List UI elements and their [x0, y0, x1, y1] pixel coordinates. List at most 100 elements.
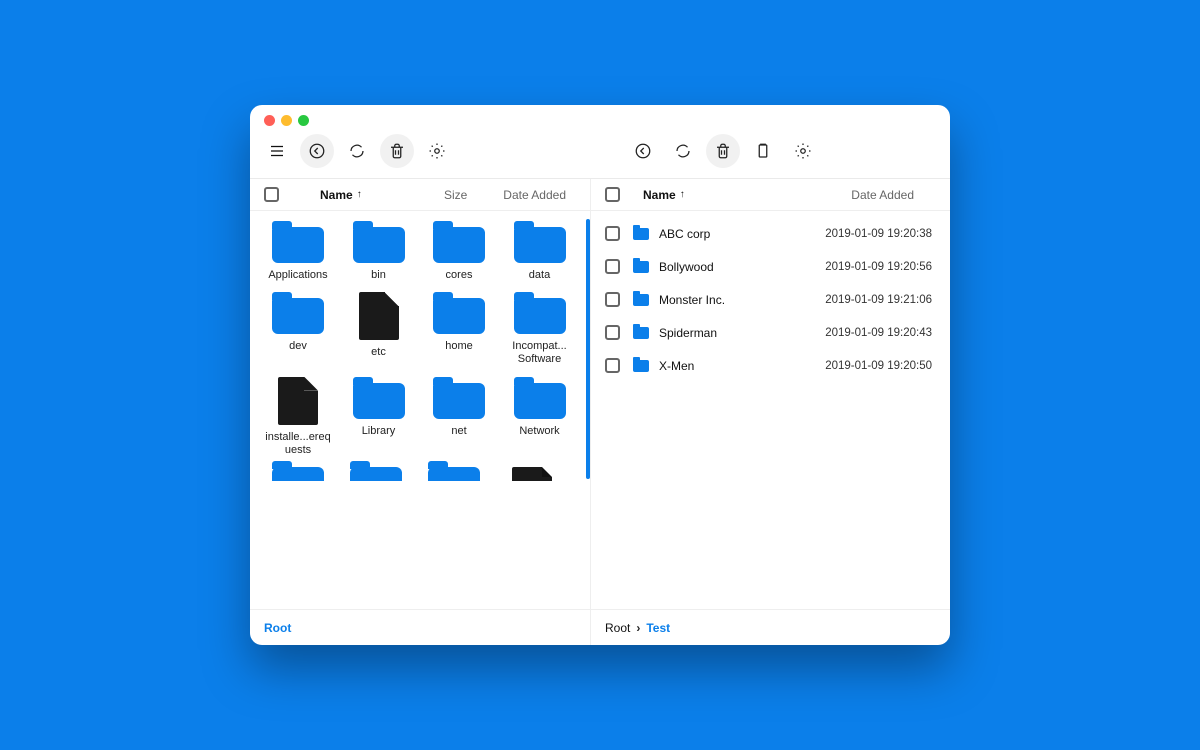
file-manager-window: Name ↑ Size Date Added Applications bin co… [250, 105, 950, 645]
grid-item-label: cores [446, 269, 473, 282]
grid-item[interactable]: dev [262, 292, 334, 366]
select-all-checkbox-right[interactable] [605, 187, 633, 202]
folder-icon [514, 221, 566, 263]
column-size-left[interactable]: Size [444, 188, 467, 202]
grid-item-peek[interactable] [262, 467, 334, 481]
grid-item-peek[interactable] [418, 467, 490, 481]
grid-item[interactable]: Applications [262, 221, 334, 282]
sort-asc-icon: ↑ [680, 189, 685, 200]
grid-item-peek[interactable] [340, 467, 412, 481]
folder-icon [353, 377, 405, 419]
grid-item[interactable]: Library [343, 377, 415, 457]
left-grid: Applications bin cores data dev etc home Incomp… [250, 211, 590, 609]
folder-icon [433, 292, 485, 334]
window-minimize-dot[interactable] [281, 115, 292, 126]
refresh-button-right[interactable] [666, 134, 700, 168]
breadcrumb-right: Root › Test [590, 610, 950, 645]
grid-item-label: data [529, 269, 550, 282]
folder-icon [633, 228, 649, 240]
row-checkbox[interactable] [605, 226, 633, 241]
footer: Root Root › Test [250, 609, 950, 645]
grid-item[interactable]: data [504, 221, 576, 282]
row-checkbox[interactable] [605, 259, 633, 274]
breadcrumb-segment[interactable]: Root [264, 621, 291, 635]
settings-button-left[interactable] [420, 134, 454, 168]
right-list: ABC corp2019-01-09 19:20:38Bollywood2019… [591, 211, 950, 609]
folder-icon [428, 467, 480, 481]
file-icon [512, 467, 552, 481]
list-item-name: Monster Inc. [659, 293, 725, 307]
grid-item-label: Network [519, 425, 559, 438]
folder-icon [633, 261, 649, 273]
chevron-right-icon: › [636, 621, 640, 635]
folder-icon [514, 292, 566, 334]
toolbar-left-pane [260, 134, 600, 168]
sort-asc-icon: ↑ [357, 189, 362, 200]
window-zoom-dot[interactable] [298, 115, 309, 126]
grid-item-label: dev [289, 340, 307, 353]
grid-item[interactable]: cores [423, 221, 495, 282]
grid-item[interactable]: home [423, 292, 495, 366]
column-name-left[interactable]: Name ↑ [320, 188, 362, 202]
list-item-name: ABC corp [659, 227, 710, 241]
toolbar [250, 130, 950, 179]
panes: Name ↑ Size Date Added Applications bin co… [250, 179, 950, 609]
grid-item[interactable]: Incompat... Software [504, 292, 576, 366]
folder-icon [433, 377, 485, 419]
list-item-date: 2019-01-09 19:20:43 [825, 327, 936, 339]
grid-item[interactable]: etc [343, 292, 415, 366]
back-button-left[interactable] [300, 134, 334, 168]
list-item[interactable]: Bollywood2019-01-09 19:20:56 [591, 250, 950, 283]
grid-item-peek[interactable] [496, 467, 568, 481]
row-checkbox[interactable] [605, 358, 633, 373]
list-item[interactable]: Monster Inc.2019-01-09 19:21:06 [591, 283, 950, 316]
column-date-right[interactable]: Date Added [851, 188, 914, 202]
grid-item[interactable]: Network [504, 377, 576, 457]
right-column-header: Name ↑ Date Added [591, 179, 950, 211]
grid-item-label: Incompat... Software [505, 340, 575, 366]
column-date-left[interactable]: Date Added [503, 188, 566, 202]
list-item[interactable]: ABC corp 2019-01-09 19:20:38 [591, 217, 950, 250]
folder-icon [633, 327, 649, 339]
back-button-right[interactable] [626, 134, 660, 168]
list-item-name: X-Men [659, 359, 694, 373]
folder-icon [353, 221, 405, 263]
folder-icon [350, 467, 402, 481]
grid-item-label: home [445, 340, 473, 353]
window-close-dot[interactable] [264, 115, 275, 126]
clipboard-button-right[interactable] [746, 134, 780, 168]
breadcrumb-left: Root [250, 610, 590, 645]
scrollbar-left[interactable] [586, 219, 590, 479]
folder-icon [272, 467, 324, 481]
left-pane: Name ↑ Size Date Added Applications bin co… [250, 179, 590, 609]
titlebar [250, 105, 950, 130]
row-checkbox[interactable] [605, 325, 633, 340]
right-pane: Name ↑ Date Added ABC corp 2019-01-09 19:… [590, 179, 950, 609]
folder-icon [633, 360, 649, 372]
column-name-right[interactable]: Name ↑ [643, 188, 685, 202]
breadcrumb-segment[interactable]: Test [646, 621, 670, 635]
list-item[interactable]: Spiderman2019-01-09 19:20:43 [591, 316, 950, 349]
select-all-checkbox-left[interactable] [264, 187, 292, 202]
trash-button-right[interactable] [706, 134, 740, 168]
menu-icon[interactable] [260, 134, 294, 168]
grid-item[interactable]: net [423, 377, 495, 457]
column-name-label: Name [643, 188, 676, 202]
grid-item[interactable]: bin [343, 221, 415, 282]
list-item[interactable]: X-Men2019-01-09 19:20:50 [591, 349, 950, 382]
row-checkbox[interactable] [605, 292, 633, 307]
list-item-name: Bollywood [659, 260, 714, 274]
settings-button-right[interactable] [786, 134, 820, 168]
grid-item-label: bin [371, 269, 386, 282]
left-column-header: Name ↑ Size Date Added [250, 179, 590, 211]
file-icon [359, 292, 399, 340]
folder-icon [433, 221, 485, 263]
grid-item-label: Library [362, 425, 396, 438]
breadcrumb-segment[interactable]: Root [605, 621, 630, 635]
list-item-date: 2019-01-09 19:20:38 [825, 228, 936, 240]
refresh-button-left[interactable] [340, 134, 374, 168]
folder-icon [272, 292, 324, 334]
file-icon [278, 377, 318, 425]
trash-button-left[interactable] [380, 134, 414, 168]
grid-item[interactable]: installe...erequests [262, 377, 334, 457]
